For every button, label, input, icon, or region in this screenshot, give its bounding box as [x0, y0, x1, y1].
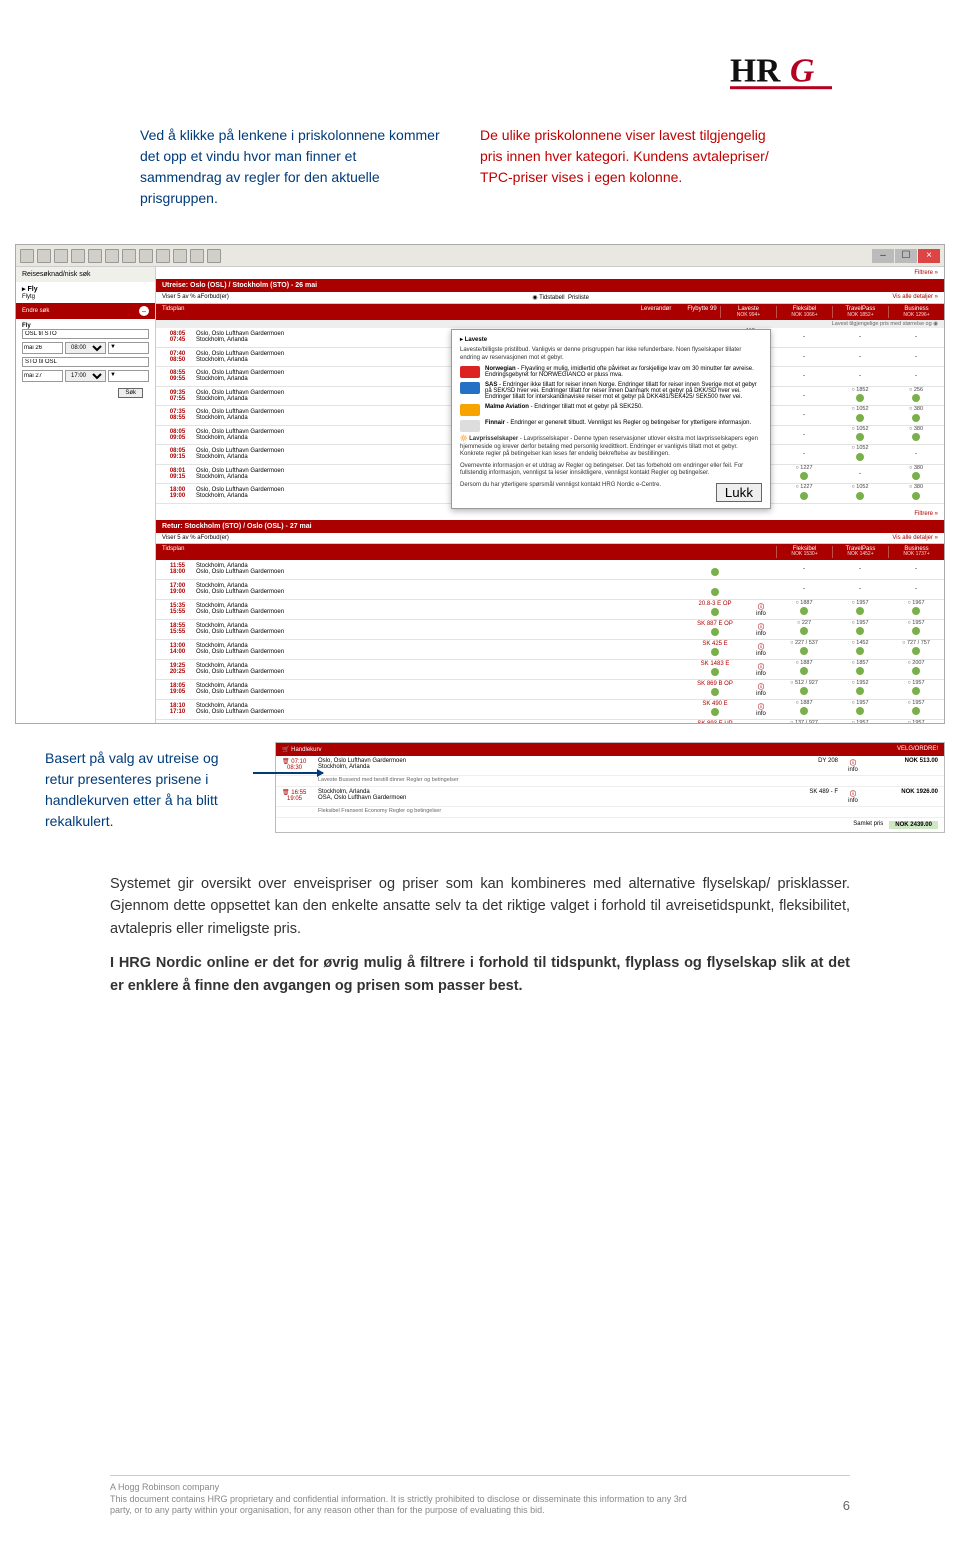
- search-sidebar: Reisesøknad/nisk søk ▸ FlyFlytg Endre sø…: [16, 267, 156, 723]
- window-toolbar: –☐×: [16, 245, 944, 267]
- col2-business[interactable]: BusinessNOK 1737+: [888, 546, 944, 558]
- price-column-header: Tidsplan Leverandør Flybytte 99 LavesteN…: [156, 304, 944, 320]
- time1-select[interactable]: 08:00: [65, 342, 106, 354]
- filter-link[interactable]: Filtrere »: [914, 270, 938, 276]
- hrg-logo: HR G: [730, 50, 850, 101]
- from-input[interactable]: [22, 329, 149, 339]
- popup-close-button[interactable]: Lukk: [716, 483, 762, 502]
- flight-row[interactable]: 18:1017:10Stockholm, ArlandaOslo, Oslo L…: [156, 700, 944, 720]
- to-input[interactable]: [22, 357, 149, 367]
- sidebar-title: Reisesøknad/nisk søk: [16, 267, 155, 282]
- footer-company: A Hogg Robinson company: [110, 1482, 219, 1492]
- footer-disclaimer: This document contains HRG proprietary a…: [110, 1494, 687, 1516]
- page-number: 6: [843, 1498, 850, 1513]
- col-laveste[interactable]: LavesteNOK 994+: [720, 306, 776, 318]
- search-button[interactable]: Søk: [118, 388, 143, 398]
- flight-row[interactable]: 19:2520:25Stockholm, ArlandaOslo, Oslo L…: [156, 660, 944, 680]
- cart-total: Samlet prisNOK 2439.00: [276, 818, 944, 832]
- sidebar-endre-sok[interactable]: Endre søk–: [16, 303, 155, 319]
- svg-text:HR: HR: [730, 52, 781, 89]
- search-form: Fly 08:00▼ 17:00▼ Søk: [16, 319, 155, 389]
- col2-travelpass[interactable]: TravelPassNOK 1452+: [832, 546, 888, 558]
- time2-select[interactable]: 17:00: [65, 370, 106, 382]
- filter-link-2[interactable]: Filtrere »: [914, 511, 938, 517]
- flight-row[interactable]: 13:0014:00Stockholm, ArlandaOslo, Oslo L…: [156, 640, 944, 660]
- price-rules-popup: ▸ Laveste Laveste/billigste pristilbud. …: [451, 329, 771, 509]
- date1-input[interactable]: [22, 342, 63, 354]
- body-paragraph-1: Systemet gir oversikt over enveispriser …: [110, 873, 850, 940]
- flight-row[interactable]: 18:0519:05Stockholm, ArlandaOslo, Oslo L…: [156, 680, 944, 700]
- cart-row: 🗑 07:10 08:30Oslo, Oslo Lufthavn Garderm…: [276, 756, 944, 776]
- booking-screenshot: –☐× Reisesøknad/nisk søk ▸ FlyFlytg Endr…: [15, 244, 945, 724]
- col-travelpass[interactable]: TravelPassNOK 1852+: [832, 306, 888, 318]
- page-footer: A Hogg Robinson company This document co…: [110, 1475, 850, 1517]
- outbound-route-header: Utreise: Oslo (OSL) / Stockholm (STO) - …: [156, 279, 944, 292]
- flight-row[interactable]: 11:5518:00Stockholm, ArlandaOslo, Oslo L…: [156, 560, 944, 580]
- col2-fleksibel[interactable]: FleksibelNOK 1530+: [776, 546, 832, 558]
- date2-input[interactable]: [22, 370, 63, 382]
- body-paragraph-2: I HRG Nordic online er det for øvrig mul…: [110, 952, 850, 997]
- arrow-to-cart: [253, 772, 323, 774]
- return-route-header: Retur: Stockholm (STO) / Oslo (OSL) - 27…: [156, 520, 944, 533]
- results-panel: Filtrere » Utreise: Oslo (OSL) / Stockho…: [156, 267, 944, 723]
- cart-screenshot: 🛒 HandlekurvVELG/ORDRE! 🗑 07:10 08:30Osl…: [275, 742, 945, 833]
- body-paragraphs: Systemet gir oversikt over enveispriser …: [110, 873, 850, 997]
- svg-text:G: G: [790, 52, 814, 89]
- callout-cart-recalc: Basert på valg av utreise og retur prese…: [45, 748, 245, 832]
- cart-row: 🗑 16:55 19:05Stockholm, ArlandaOSA, Oslo…: [276, 787, 944, 807]
- col-business[interactable]: BusinessNOK 1296+: [888, 306, 944, 318]
- flight-row[interactable]: 15:3515:55Stockholm, ArlandaOslo, Oslo L…: [156, 600, 944, 620]
- flight-row[interactable]: 18:0019:00Stockholm, ArlandaOslo, Oslo L…: [156, 720, 944, 724]
- col-fleksibel[interactable]: FleksibelNOK 1066+: [776, 306, 832, 318]
- flight-row[interactable]: 17:0019:00Stockholm, ArlandaOslo, Oslo L…: [156, 580, 944, 600]
- window-controls[interactable]: –☐×: [872, 249, 940, 263]
- flight-row[interactable]: 18:5515:55Stockholm, ArlandaOslo, Oslo L…: [156, 620, 944, 640]
- callout-price-columns-lowest: De ulike priskolonnene viser lavest tilg…: [480, 125, 780, 209]
- callout-price-column-rules: Ved å klikke på lenkene i priskolonnene …: [140, 125, 440, 209]
